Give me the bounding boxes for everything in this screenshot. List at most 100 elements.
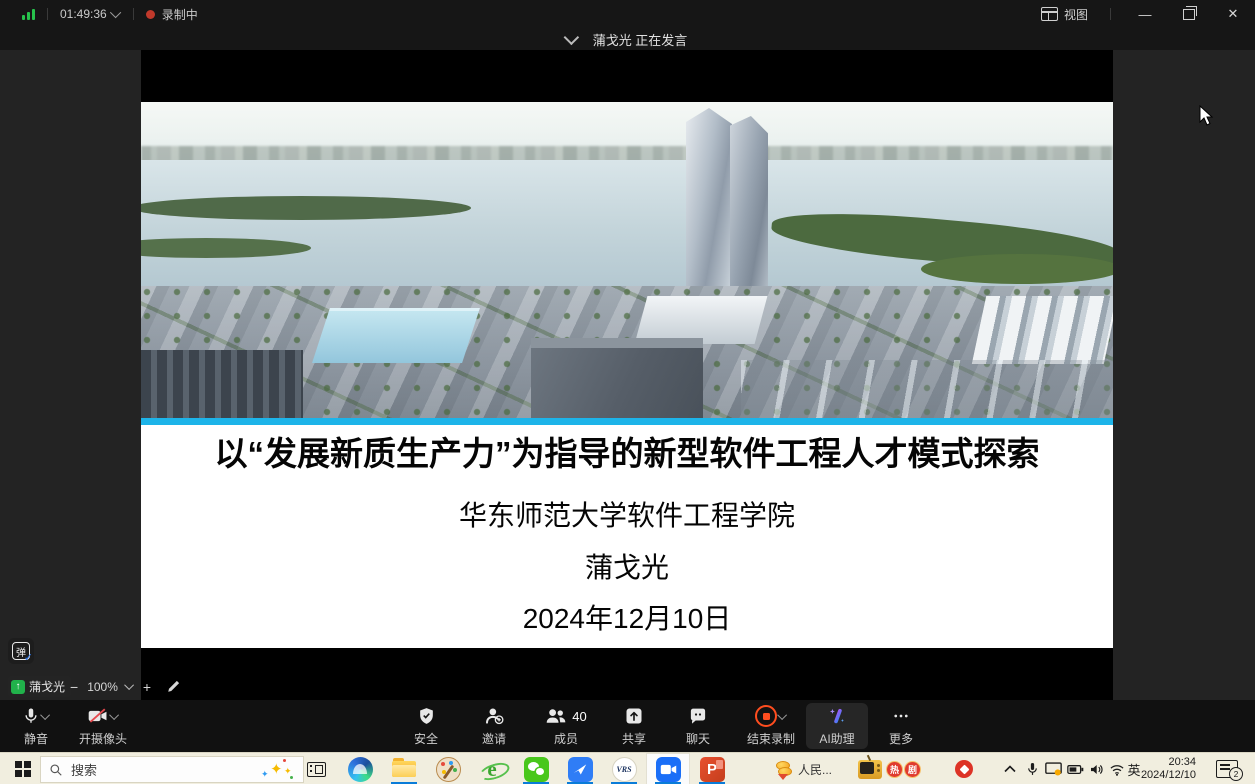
start-button[interactable] bbox=[8, 753, 38, 784]
recording-status: 录制中 bbox=[162, 6, 198, 23]
taskbar-app-ie[interactable]: e bbox=[470, 753, 514, 784]
speaker-name: 蒲戈光 bbox=[29, 678, 65, 695]
promo-widget[interactable] bbox=[955, 753, 973, 784]
tray-date: 2024/12/10 bbox=[1141, 769, 1196, 782]
more-button[interactable]: 更多 bbox=[872, 703, 930, 749]
slide-title: 以“发展新质生产力”为指导的新型软件工程人才模式探索 bbox=[141, 436, 1113, 472]
tray-microphone[interactable] bbox=[1022, 753, 1042, 784]
meeting-duration[interactable]: 01:49:36 bbox=[60, 7, 107, 21]
taskbar-app-file-explorer[interactable] bbox=[382, 753, 426, 784]
danmaku-toggle-button[interactable]: 弹 ✓ bbox=[8, 638, 34, 664]
tray-expand-button[interactable] bbox=[1000, 753, 1020, 784]
bluebird-app-icon bbox=[568, 757, 593, 782]
zoom-dropdown-icon[interactable] bbox=[124, 680, 134, 690]
slide-affiliation: 华东师范大学软件工程学院 bbox=[141, 494, 1113, 534]
tray-volume[interactable] bbox=[1086, 753, 1108, 784]
edge-browser-icon bbox=[348, 757, 373, 782]
chevron-down-icon[interactable] bbox=[40, 710, 50, 720]
task-view-icon bbox=[307, 762, 326, 777]
chat-label: 聊天 bbox=[686, 730, 710, 747]
ai-sparkle-icon bbox=[827, 706, 847, 726]
invite-button[interactable]: 邀请 bbox=[460, 703, 528, 749]
camera-button[interactable]: 开摄像头 bbox=[66, 703, 140, 749]
taskbar-app-paint[interactable] bbox=[426, 753, 470, 784]
tray-clock[interactable]: 20:34 2024/12/10 bbox=[1140, 753, 1196, 784]
member-count-badge: 40 bbox=[572, 709, 586, 724]
slide-accent-bar bbox=[141, 418, 1113, 425]
close-button[interactable]: ✕ bbox=[1211, 0, 1255, 28]
restore-icon bbox=[1183, 9, 1195, 20]
divider bbox=[1110, 8, 1111, 20]
speaker-icon bbox=[1090, 763, 1105, 776]
task-view-button[interactable] bbox=[300, 753, 332, 784]
search-icon bbox=[49, 763, 63, 777]
members-icon bbox=[545, 707, 567, 725]
members-button[interactable]: 40 成员 bbox=[528, 703, 604, 749]
tray-time: 20:34 bbox=[1168, 756, 1196, 769]
battery-icon bbox=[1067, 764, 1084, 775]
view-button[interactable]: 视图 bbox=[1064, 6, 1088, 23]
notification-center-button[interactable]: 2 bbox=[1212, 753, 1242, 784]
taskbar-app-vrs[interactable]: VRS bbox=[602, 753, 646, 784]
sharing-indicator-icon: ↑ bbox=[11, 680, 25, 694]
slide-text-area: 以“发展新质生产力”为指导的新型软件工程人才模式探索 华东师范大学软件工程学院 … bbox=[141, 425, 1113, 648]
camera-label: 开摄像头 bbox=[79, 730, 127, 747]
chevron-down-icon[interactable] bbox=[109, 710, 119, 720]
ai-assistant-button[interactable]: AI助理 bbox=[806, 703, 868, 749]
news-headline[interactable]: 人民... bbox=[798, 761, 832, 778]
share-label: 共享 bbox=[622, 730, 646, 747]
red-circle-badge-icon bbox=[955, 760, 973, 778]
chat-bubble-icon bbox=[688, 707, 708, 726]
tray-battery[interactable] bbox=[1064, 753, 1086, 784]
taskbar-tv-widget[interactable] bbox=[858, 753, 882, 784]
notification-count-badge: 2 bbox=[1229, 767, 1243, 781]
aerial-city-image bbox=[141, 102, 1113, 418]
meeting-toolbar: 静音 开摄像头 安全 bbox=[0, 700, 1255, 752]
presentation-slide: 以“发展新质生产力”为指导的新型软件工程人才模式探索 华东师范大学软件工程学院 … bbox=[141, 50, 1113, 700]
zoom-in-button[interactable]: + bbox=[143, 679, 151, 695]
microphone-icon bbox=[1026, 761, 1039, 778]
chevron-down-icon[interactable] bbox=[110, 7, 121, 18]
taskbar-app-wechat[interactable] bbox=[514, 753, 558, 784]
speaker-banner: 蒲戈光 正在发言 bbox=[593, 30, 688, 49]
taskbar-news-widget[interactable]: 人民... bbox=[774, 753, 832, 784]
stop-recording-button[interactable]: 结束录制 bbox=[732, 703, 810, 749]
more-label: 更多 bbox=[889, 730, 913, 747]
search-highlights-icon[interactable]: ✦✦✦ bbox=[261, 758, 295, 782]
tray-cast-screen[interactable] bbox=[1042, 753, 1064, 784]
divider bbox=[133, 8, 134, 20]
share-screen-icon bbox=[624, 706, 644, 726]
taskbar-app-bluebird[interactable] bbox=[558, 753, 602, 784]
wechat-icon bbox=[524, 757, 549, 782]
invite-person-icon bbox=[484, 706, 505, 726]
vrs-app-icon: VRS bbox=[612, 757, 637, 782]
zoom-level-value[interactable]: 100% bbox=[87, 680, 118, 694]
minimize-button[interactable]: — bbox=[1123, 0, 1167, 28]
search-placeholder: 搜索 bbox=[71, 760, 97, 779]
taskbar-app-powerpoint[interactable]: P bbox=[690, 753, 734, 784]
annotate-pencil-icon[interactable] bbox=[166, 679, 181, 694]
security-button[interactable]: 安全 bbox=[392, 703, 460, 749]
taskbar-search-input[interactable]: 搜索 ✦✦✦ bbox=[40, 756, 304, 783]
layout-view-icon bbox=[1041, 7, 1058, 21]
stop-recording-icon bbox=[755, 705, 777, 727]
zoom-out-button[interactable]: − bbox=[70, 679, 78, 695]
powerpoint-icon: P bbox=[700, 757, 725, 782]
coins-icon bbox=[774, 759, 794, 779]
hot-drama-badges[interactable]: 热 剧 bbox=[886, 753, 921, 784]
mute-button[interactable]: 静音 bbox=[10, 703, 62, 749]
taskbar-app-edge[interactable] bbox=[338, 753, 382, 784]
chat-button[interactable]: 聊天 bbox=[664, 703, 732, 749]
invite-label: 邀请 bbox=[482, 730, 506, 747]
speaker-name-tag: ↑ 蒲戈光 bbox=[8, 676, 71, 697]
chevron-down-icon[interactable] bbox=[777, 710, 787, 720]
check-icon: ✓ bbox=[24, 651, 33, 664]
taskbar-app-meeting[interactable] bbox=[646, 753, 690, 784]
restore-button[interactable] bbox=[1167, 0, 1211, 28]
tv-icon bbox=[858, 760, 882, 779]
shared-screen-stage: 以“发展新质生产力”为指导的新型软件工程人才模式探索 华东师范大学软件工程学院 … bbox=[0, 50, 1255, 700]
tencent-meeting-icon bbox=[656, 757, 681, 782]
collapse-banner-icon[interactable] bbox=[563, 29, 579, 45]
share-screen-button[interactable]: 共享 bbox=[604, 703, 664, 749]
notification-icon: 2 bbox=[1216, 760, 1238, 778]
